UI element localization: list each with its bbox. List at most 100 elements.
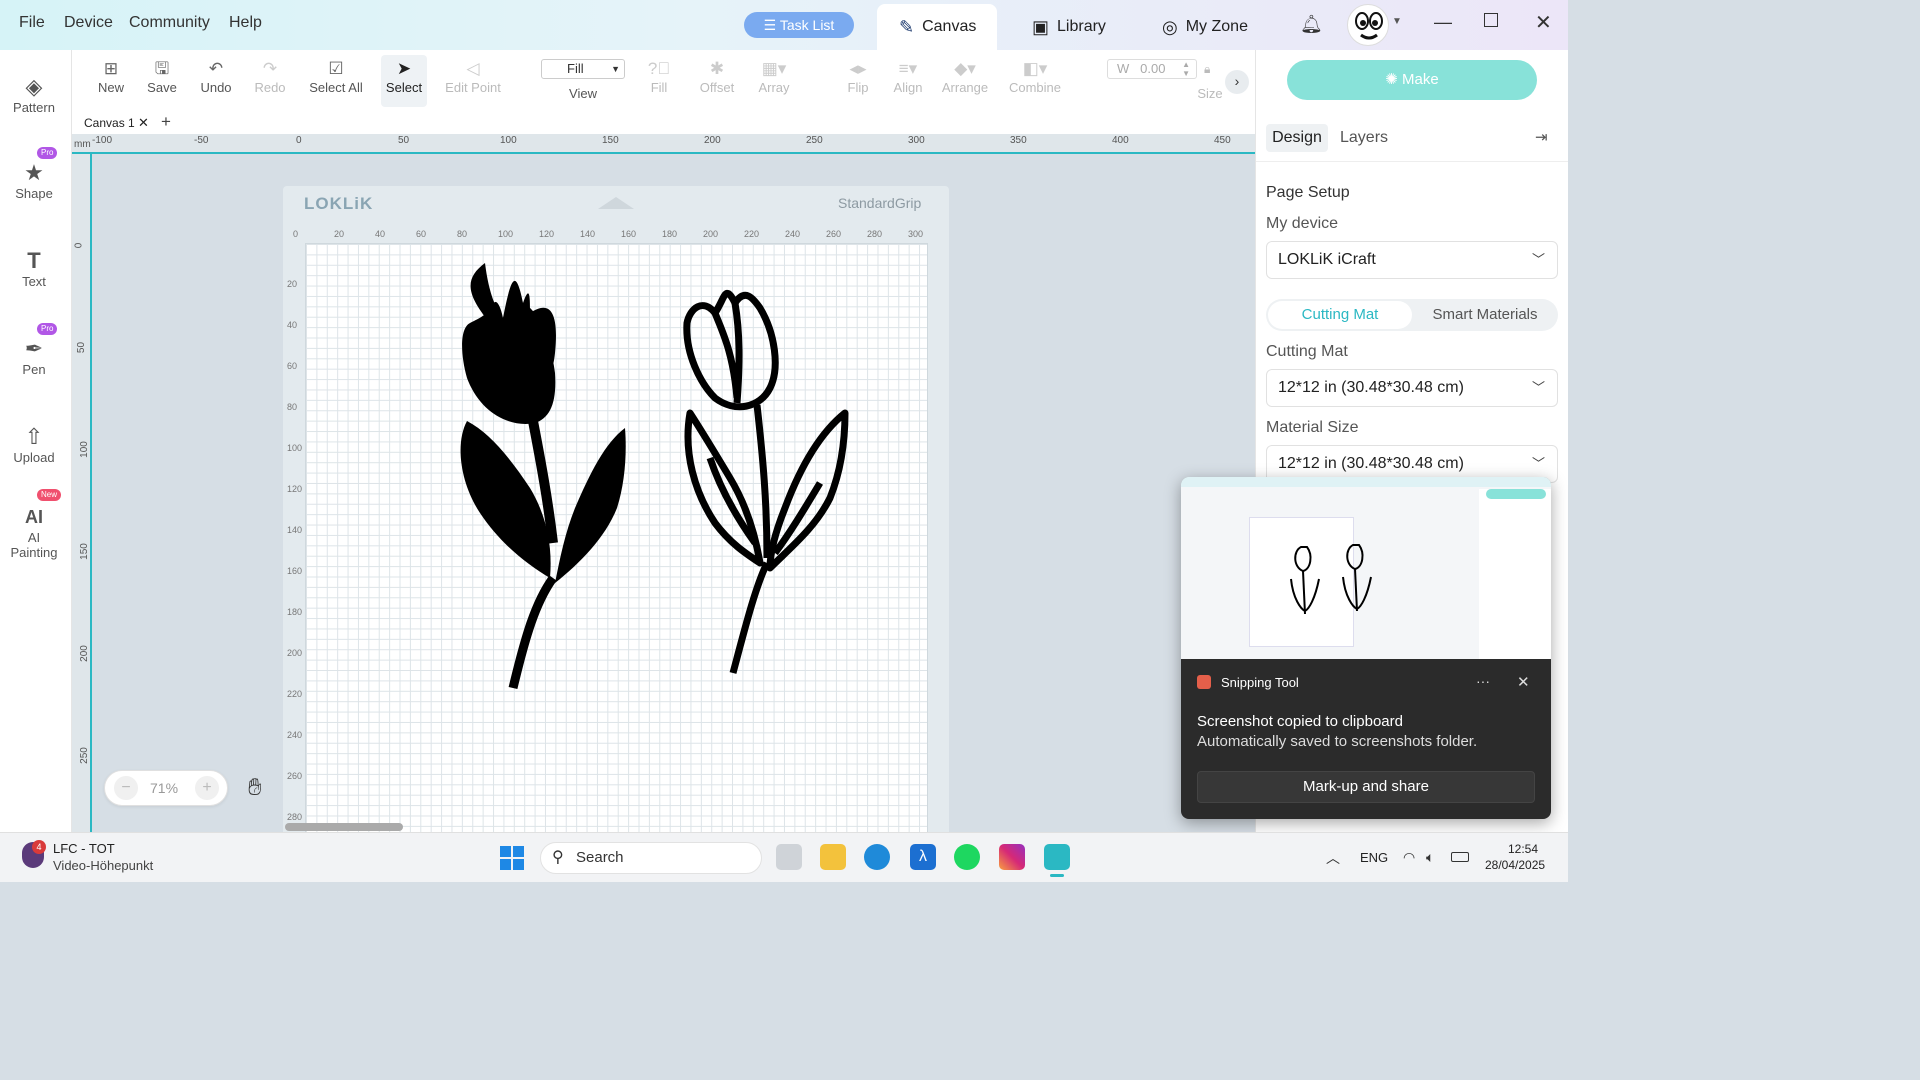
lambda-app-icon[interactable]: λ	[910, 844, 936, 870]
chevron-down-icon: ﹀	[1531, 380, 1545, 395]
mat-h-label: 300	[908, 229, 924, 239]
close-tab-icon[interactable]: ✕	[138, 115, 149, 130]
undo-button[interactable]: ↶ Undo	[196, 58, 236, 104]
mat-v-label: 100	[287, 443, 303, 453]
close-window-icon[interactable]: ✕	[1535, 10, 1552, 35]
thumb-titlebar	[1181, 477, 1551, 487]
avatar-chevron-down-icon[interactable]: ▼	[1392, 16, 1402, 27]
zoom-level: 71%	[150, 780, 179, 796]
outline-tulip[interactable]	[683, 289, 849, 674]
task-list-button[interactable]: ☰ Task List	[744, 12, 854, 38]
mark-up-and-share-button[interactable]: Mark-up and share	[1197, 771, 1535, 803]
edge-browser-icon[interactable]	[864, 844, 890, 870]
maximize-icon[interactable]	[1484, 13, 1498, 27]
language-indicator[interactable]: ENG	[1360, 850, 1388, 865]
file-explorer-icon[interactable]	[820, 844, 846, 870]
tab-design[interactable]: Design	[1266, 124, 1328, 152]
sidebar-item-pen[interactable]: Pro ✒ Pen	[0, 323, 68, 377]
redo-button[interactable]: ↷ Redo	[251, 58, 289, 104]
combine-icon: ◧▾	[1022, 59, 1048, 78]
avatar[interactable]	[1347, 4, 1389, 46]
battery-icon[interactable]	[1451, 852, 1469, 862]
zoom-out-button[interactable]: −	[114, 776, 138, 800]
menu-device[interactable]: Device	[64, 14, 113, 32]
chevron-up-icon[interactable]: ︿	[1326, 848, 1340, 868]
clock-date[interactable]: 28/04/2025	[1485, 858, 1545, 872]
media-title[interactable]: LFC - TOT	[53, 841, 115, 856]
edit-point-icon: ◁	[466, 59, 480, 78]
select-button[interactable]: ➤ Select	[381, 55, 427, 107]
edit-point-button[interactable]: ◁ Edit Point	[442, 58, 504, 104]
more-options-icon[interactable]: ···	[1476, 673, 1490, 689]
select-all-button[interactable]: ☑ Select All	[306, 58, 366, 104]
ruler-h-label: -50	[194, 135, 209, 146]
wifi-icon[interactable]: ◠	[1403, 849, 1415, 866]
volume-icon[interactable]: 🔈︎	[1426, 849, 1434, 866]
mat-h-label: 80	[457, 229, 468, 239]
select-all-icon: ☑	[328, 59, 344, 78]
mat-h-label: 60	[416, 229, 427, 239]
screenshot-thumbnail[interactable]	[1181, 477, 1551, 659]
stepper-icon: ▲ ▼	[1182, 60, 1190, 78]
active-app-indicator	[1050, 874, 1064, 877]
tab-my-zone[interactable]: ◎ My Zone	[1140, 4, 1270, 50]
snipping-tool-notification[interactable]: Snipping Tool ··· ✕ Screenshot copied to…	[1181, 477, 1551, 819]
sidebar-item-upload[interactable]: ⇧ Upload	[0, 424, 68, 465]
array-button[interactable]: ▦▾ Array	[756, 58, 792, 104]
new-button[interactable]: ⊞ New	[92, 58, 130, 104]
menu-community[interactable]: Community	[129, 14, 210, 32]
menu-file[interactable]: File	[19, 14, 45, 32]
add-canvas-button[interactable]: +	[161, 112, 171, 132]
mat-h-label: 100	[498, 229, 514, 239]
taskbar-search-input[interactable]: ⚲ Search	[540, 842, 762, 874]
horizontal-scrollbar[interactable]	[285, 823, 403, 831]
align-button[interactable]: ≡▾ Align	[890, 58, 926, 104]
instagram-icon[interactable]	[999, 844, 1025, 870]
loklik-app-icon[interactable]	[1044, 844, 1070, 870]
make-button[interactable]: ✺ Make	[1287, 60, 1537, 100]
segment-cutting-mat[interactable]: Cutting Mat	[1268, 301, 1412, 329]
clock-time[interactable]: 12:54	[1508, 842, 1538, 856]
windows-start-icon[interactable]	[500, 846, 524, 870]
width-input[interactable]: W 0.00 ▲ ▼	[1107, 59, 1197, 79]
spotify-icon[interactable]	[954, 844, 980, 870]
arrange-button[interactable]: ◆▾ Arrange	[940, 58, 990, 104]
bell-icon[interactable]: 🔔︎	[1300, 14, 1323, 35]
combine-button[interactable]: ◧▾ Combine	[1006, 58, 1064, 104]
tab-library[interactable]: ▣ Library	[1010, 4, 1128, 50]
save-button[interactable]: 🖫︎ Save	[143, 58, 181, 104]
toolbar-next-icon[interactable]: ›	[1225, 70, 1249, 94]
flip-button[interactable]: ◂▸ Flip	[840, 58, 876, 104]
zoom-in-button[interactable]: +	[195, 776, 219, 800]
design-artwork[interactable]	[305, 243, 928, 823]
sidebar-item-ai-painting[interactable]: New AI AI Painting	[0, 489, 68, 560]
hand-pan-icon[interactable]: ✋︎	[248, 774, 262, 802]
view-label: View	[569, 86, 597, 101]
offset-button[interactable]: ✱ Offset	[698, 58, 736, 104]
view-select[interactable]: Fill ▼	[541, 59, 625, 79]
arrange-icon: ◆▾	[954, 59, 976, 78]
lock-icon[interactable]: 🔒︎	[1204, 62, 1210, 77]
minimize-icon[interactable]: —	[1434, 12, 1452, 33]
tab-layers[interactable]: Layers	[1340, 129, 1388, 147]
pro-badge: Pro	[37, 147, 58, 159]
tab-canvas-1[interactable]: Canvas 1 ✕	[84, 115, 149, 131]
cutting-mat-select[interactable]: 12*12 in (30.48*30.48 cm) ﹀	[1266, 369, 1558, 407]
ruler-h-label: 350	[1010, 135, 1027, 146]
mat-v-label: 40	[287, 320, 298, 330]
menu-help[interactable]: Help	[229, 14, 262, 32]
tab-canvas[interactable]: ✎ Canvas	[877, 4, 997, 50]
task-view-icon[interactable]	[776, 844, 802, 870]
sidebar-item-pattern[interactable]: ◈ Pattern	[0, 74, 68, 115]
star-icon: ★	[24, 160, 44, 185]
device-select[interactable]: LOKLiK iCraft ﹀	[1266, 241, 1558, 279]
solid-tulip[interactable]	[460, 263, 626, 690]
ruler-v-label: 0	[73, 242, 85, 249]
close-icon[interactable]: ✕	[1517, 673, 1530, 691]
fill-button[interactable]: ?⃝ Fill	[642, 58, 676, 104]
mat-brand-logo: LOKLiK	[304, 194, 374, 213]
sidebar-item-shape[interactable]: Pro ★ Shape	[0, 147, 68, 201]
segment-smart-materials[interactable]: Smart Materials	[1414, 301, 1556, 329]
panel-collapse-icon[interactable]: ⇥	[1535, 128, 1548, 146]
sidebar-item-text[interactable]: T Text	[0, 248, 68, 289]
